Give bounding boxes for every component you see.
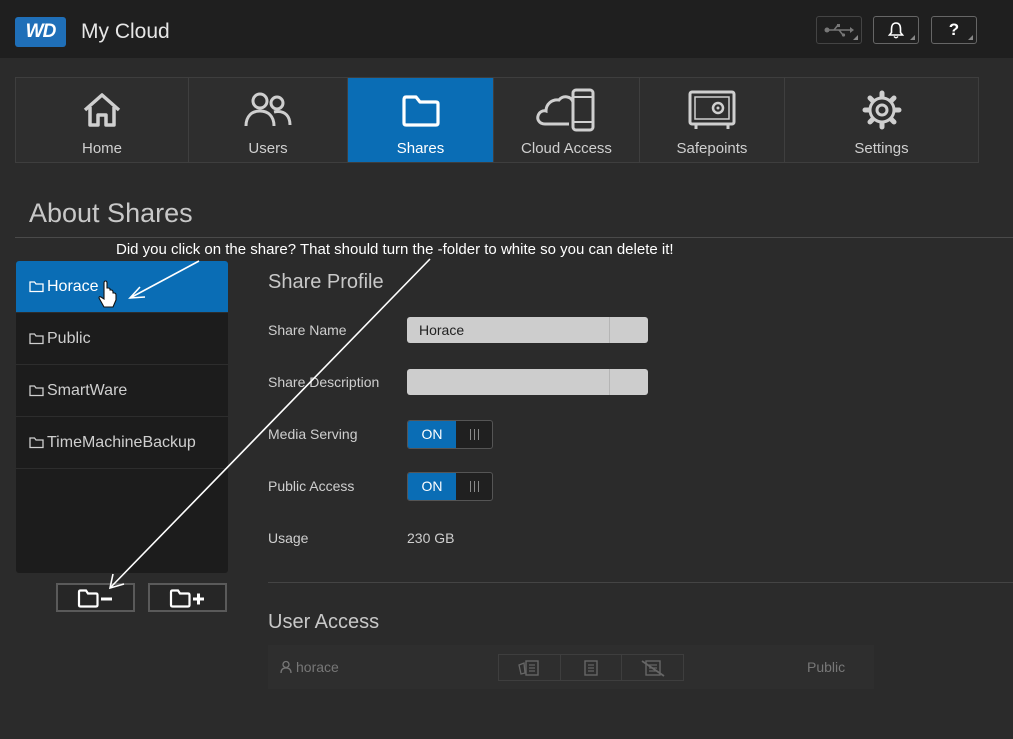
share-item-label: SmartWare bbox=[47, 381, 128, 399]
user-access-user: horace bbox=[280, 659, 339, 675]
share-item-label: TimeMachineBackup bbox=[47, 433, 196, 451]
delete-share-button[interactable] bbox=[56, 583, 135, 612]
user-access-row: horace Public bbox=[268, 645, 874, 689]
folder-plus-icon bbox=[169, 588, 204, 608]
help-button[interactable]: ? bbox=[931, 16, 977, 44]
share-item-public[interactable]: Public bbox=[16, 313, 228, 365]
share-name-value: Horace bbox=[419, 322, 465, 338]
media-serving-toggle[interactable]: ON bbox=[407, 420, 493, 449]
access-permissions bbox=[498, 654, 684, 681]
home-icon bbox=[83, 93, 121, 127]
safe-icon bbox=[688, 90, 736, 129]
nav-home-label: Home bbox=[81, 140, 122, 157]
user-icon bbox=[280, 660, 292, 674]
user-access-status: Public bbox=[807, 659, 846, 675]
read-only-button[interactable] bbox=[561, 655, 623, 680]
nav-shares-label: Shares bbox=[396, 140, 445, 157]
nav-cloud-access-label: Cloud Access bbox=[521, 140, 612, 157]
wd-logo: WD bbox=[15, 17, 66, 47]
add-share-button[interactable] bbox=[148, 583, 227, 612]
public-access-state: ON bbox=[408, 473, 456, 500]
nav-users[interactable]: Users bbox=[189, 78, 348, 162]
user-access-title: User Access bbox=[268, 611, 380, 633]
media-serving-state: ON bbox=[408, 421, 456, 448]
nav-safepoints[interactable]: Safepoints bbox=[640, 78, 785, 162]
annotation-text: Did you click on the share? That should … bbox=[116, 241, 674, 258]
usage-value: 230 GB bbox=[407, 530, 455, 546]
bell-icon bbox=[887, 22, 905, 39]
gear-icon bbox=[862, 90, 901, 130]
user-access-username: horace bbox=[296, 659, 339, 675]
share-description-field[interactable] bbox=[407, 369, 648, 395]
share-item-label: Horace bbox=[47, 277, 99, 295]
folder-minus-icon bbox=[77, 588, 112, 608]
share-list: Horace Public SmartWare TimeMachineBacku… bbox=[16, 261, 228, 573]
folder-icon bbox=[29, 281, 44, 293]
toggle-grip bbox=[456, 473, 492, 500]
help-icon: ? bbox=[948, 20, 960, 39]
share-name-label: Share Name bbox=[268, 322, 347, 338]
main-nav: Home Users Shares Cloud Access Safepoint… bbox=[15, 77, 979, 163]
usb-button[interactable] bbox=[816, 16, 862, 44]
share-name-field[interactable]: Horace bbox=[407, 317, 648, 343]
folder-icon bbox=[29, 437, 44, 449]
nav-settings[interactable]: Settings bbox=[785, 78, 978, 162]
toggle-grip bbox=[456, 421, 492, 448]
notifications-button[interactable] bbox=[873, 16, 919, 44]
share-profile-title: Share Profile bbox=[268, 271, 384, 293]
public-access-label: Public Access bbox=[268, 478, 355, 494]
nav-users-label: Users bbox=[248, 140, 288, 157]
deny-access-icon bbox=[641, 659, 665, 677]
cloud-device-icon bbox=[535, 88, 594, 132]
share-item-label: Public bbox=[47, 329, 91, 347]
full-access-icon bbox=[518, 659, 540, 676]
share-description-label: Share Description bbox=[268, 374, 380, 390]
public-access-toggle[interactable]: ON bbox=[407, 472, 493, 501]
full-access-button[interactable] bbox=[499, 655, 561, 680]
folder-icon bbox=[401, 95, 440, 127]
top-bar: WD My Cloud ? bbox=[0, 0, 1013, 58]
deny-access-button[interactable] bbox=[622, 655, 683, 680]
nav-cloud-access[interactable]: Cloud Access bbox=[494, 78, 640, 162]
usage-label: Usage bbox=[268, 530, 309, 546]
read-only-icon bbox=[584, 659, 598, 676]
app-title: My Cloud bbox=[81, 20, 170, 43]
media-serving-label: Media Serving bbox=[268, 426, 358, 442]
page-title: About Shares bbox=[29, 198, 193, 228]
share-item-smartware[interactable]: SmartWare bbox=[16, 365, 228, 417]
folder-icon bbox=[29, 385, 44, 397]
nav-safepoints-label: Safepoints bbox=[676, 140, 748, 157]
share-item-horace[interactable]: Horace bbox=[16, 261, 228, 313]
nav-shares[interactable]: Shares bbox=[348, 78, 494, 162]
users-icon bbox=[244, 92, 292, 127]
folder-icon bbox=[29, 333, 44, 345]
usb-icon bbox=[824, 24, 854, 37]
nav-home[interactable]: Home bbox=[16, 78, 189, 162]
title-divider bbox=[15, 237, 1013, 238]
section-divider bbox=[268, 582, 1013, 583]
nav-settings-label: Settings bbox=[854, 140, 909, 157]
share-item-timemachinebackup[interactable]: TimeMachineBackup bbox=[16, 417, 228, 469]
